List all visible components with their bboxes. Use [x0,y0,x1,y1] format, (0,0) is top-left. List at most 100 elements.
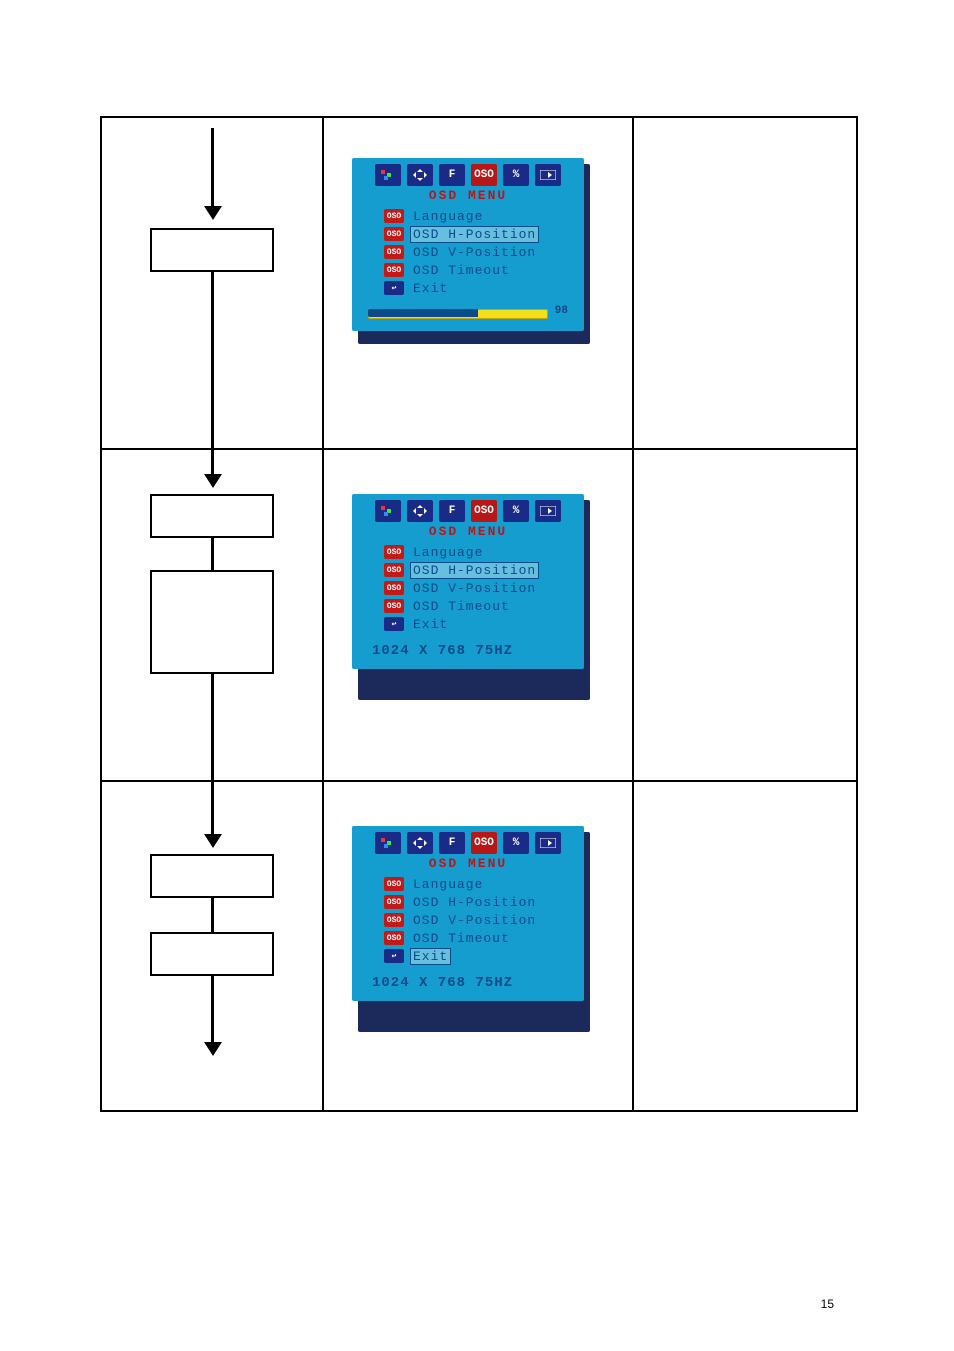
menu-item-label: Exit [410,616,451,633]
osd-icon: OSO [384,581,404,595]
osd-title: OSD MENU [358,524,578,539]
menu-item-hpos[interactable]: OSO OSD H-Position [384,893,578,911]
menu-item-label: OSD V-Position [410,912,539,929]
menu-item-hpos[interactable]: OSO OSD H-Position [384,225,578,243]
menu-item-hpos[interactable]: OSO OSD H-Position [384,561,578,579]
menu-item-label: OSD H-Position [410,226,539,243]
menu-item-language[interactable]: OSO Language [384,875,578,893]
exit-icon: ↩ [384,281,404,295]
menu-item-label: Language [410,208,486,225]
exit-tab-icon[interactable] [535,500,561,522]
table-row: F OSO % OSD MENU OSO Language OSO OSD H-Po… [102,118,856,450]
menu-item-label: OSD V-Position [410,244,539,261]
osd-icon: OSO [384,913,404,927]
page: F OSO % OSD MENU OSO Language OSO OSD H-Po… [0,0,954,1351]
flowchart-box [150,494,274,538]
menu-item-vpos[interactable]: OSO OSD V-Position [384,243,578,261]
color-icon[interactable] [375,164,401,186]
menu-item-label: Language [410,544,486,561]
resolution-footer: 1024 X 768 75HZ [372,643,578,659]
note-cell [632,450,854,780]
osd-items: OSO Language OSO OSD H-Position OSO OSD V-P… [384,875,578,965]
osd-panel: F OSO % OSD MENU OSO Language OSO OSD H-Po… [352,494,584,669]
osd-icon: OSO [384,263,404,277]
menu-item-label: OSD Timeout [410,930,513,947]
osd-icon: OSO [384,599,404,613]
osd-tab-bar: F OSO % [358,164,578,186]
exit-icon: ↩ [384,949,404,963]
osd-tab-icon[interactable]: OSO [471,832,497,854]
osd-icon: OSO [384,931,404,945]
percent-icon[interactable]: % [503,832,529,854]
exit-tab-icon[interactable] [535,164,561,186]
osd-panel: F OSO % OSD MENU OSO Language OSO OSD H-Po… [352,158,584,331]
flowchart-box [150,854,274,898]
position-icon[interactable] [407,832,433,854]
menu-item-vpos[interactable]: OSO OSD V-Position [384,579,578,597]
osd-title: OSD MENU [358,856,578,871]
screenshot-cell: F OSO % OSD MENU OSO Language OSO OSD H-Po… [322,118,634,448]
note-cell [632,118,854,448]
menu-item-label: OSD H-Position [410,894,539,911]
osd-items: OSO Language OSO OSD H-Position OSO OSD V-P… [384,207,578,297]
osd-icon: OSO [384,563,404,577]
menu-item-label: OSD H-Position [410,562,539,579]
screenshot-cell: F OSO % OSD MENU OSO Language OSO OSD H-Po… [322,782,634,1112]
menu-item-vpos[interactable]: OSO OSD V-Position [384,911,578,929]
osd-title: OSD MENU [358,188,578,203]
osd-icon: OSO [384,245,404,259]
screenshot-cell: F OSO % OSD MENU OSO Language OSO OSD H-Po… [322,450,634,780]
osd-icon: OSO [384,545,404,559]
osd-icon: OSO [384,227,404,241]
osd-icon: OSO [384,877,404,891]
percent-icon[interactable]: % [503,164,529,186]
flowchart-cell [102,118,324,448]
menu-item-timeout[interactable]: OSO OSD Timeout [384,597,578,615]
percent-icon[interactable]: % [503,500,529,522]
page-number: 15 [821,1297,834,1311]
menu-item-label: Exit [410,948,451,965]
position-icon[interactable] [407,164,433,186]
table-frame: F OSO % OSD MENU OSO Language OSO OSD H-Po… [100,116,858,1112]
menu-item-label: OSD V-Position [410,580,539,597]
position-icon[interactable] [407,500,433,522]
osd-icon: OSO [384,895,404,909]
exit-tab-icon[interactable] [535,832,561,854]
menu-item-timeout[interactable]: OSO OSD Timeout [384,929,578,947]
f-icon[interactable]: F [439,832,465,854]
osd-icon: OSO [384,209,404,223]
menu-item-label: Exit [410,280,451,297]
menu-item-label: OSD Timeout [410,262,513,279]
f-icon[interactable]: F [439,500,465,522]
menu-item-exit[interactable]: ↩ Exit [384,615,578,633]
color-icon[interactable] [375,832,401,854]
flowchart-cell [102,450,324,780]
osd-tab-icon[interactable]: OSO [471,164,497,186]
osd-panel: F OSO % OSD MENU OSO Language OSO OSD H-Po… [352,826,584,1001]
menu-item-exit[interactable]: ↩ Exit [384,947,578,965]
menu-item-language[interactable]: OSO Language [384,543,578,561]
flowchart-box [150,932,274,976]
menu-item-language[interactable]: OSO Language [384,207,578,225]
menu-item-label: Language [410,876,486,893]
slider[interactable]: 98 [368,305,568,321]
color-icon[interactable] [375,500,401,522]
slider-value: 98 [555,305,568,317]
flowchart-box [150,228,274,272]
osd-items: OSO Language OSO OSD H-Position OSO OSD V-P… [384,543,578,633]
osd-tab-bar: F OSO % [358,832,578,854]
flowchart-cell [102,782,324,1112]
menu-item-label: OSD Timeout [410,598,513,615]
osd-tab-bar: F OSO % [358,500,578,522]
slider-fill [368,309,478,317]
f-icon[interactable]: F [439,164,465,186]
flowchart-box [150,570,274,674]
note-cell [632,782,854,1112]
table-row: F OSO % OSD MENU OSO Language OSO OSD H-Po… [102,782,856,1112]
resolution-footer: 1024 X 768 75HZ [372,975,578,991]
table-row: F OSO % OSD MENU OSO Language OSO OSD H-Po… [102,450,856,782]
menu-item-timeout[interactable]: OSO OSD Timeout [384,261,578,279]
menu-item-exit[interactable]: ↩ Exit [384,279,578,297]
osd-tab-icon[interactable]: OSO [471,500,497,522]
exit-icon: ↩ [384,617,404,631]
